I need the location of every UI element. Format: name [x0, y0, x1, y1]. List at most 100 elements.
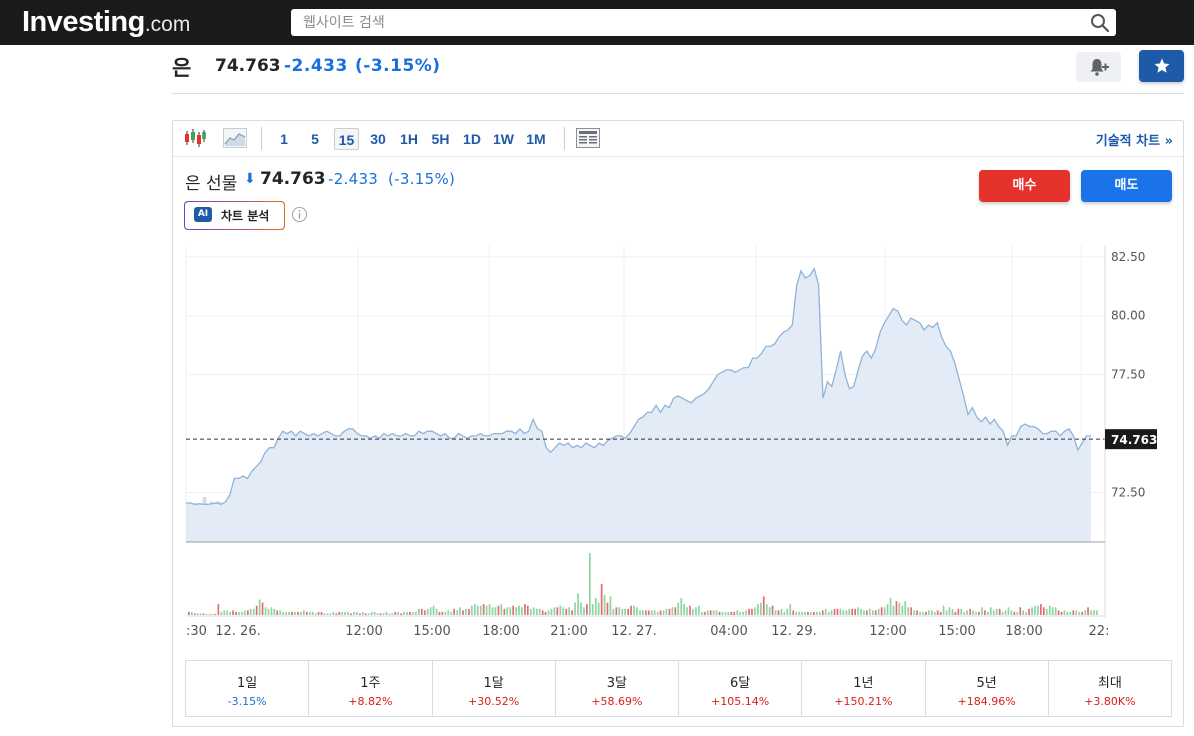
volume-bar: [356, 611, 358, 615]
sell-button[interactable]: 매도: [1081, 170, 1172, 202]
volume-bar: [591, 604, 594, 615]
news-overlay-button[interactable]: [576, 127, 600, 149]
volume-bar: [249, 608, 252, 615]
volume-bar: [252, 608, 255, 615]
top-header: Investing .com: [0, 0, 1194, 45]
volume-bar: [223, 610, 226, 615]
volume-bar: [1060, 611, 1063, 615]
volume-bar: [972, 610, 974, 615]
volume-bar: [244, 610, 246, 615]
volume-bar: [984, 610, 986, 615]
volume-bar: [939, 611, 942, 615]
period-cell[interactable]: 1일 -3.15%: [186, 661, 310, 716]
volume-bar: [989, 607, 992, 616]
volume-bar: [928, 610, 930, 615]
volume-bar: [774, 610, 777, 615]
title-change: -2.433: [284, 56, 348, 76]
period-cell[interactable]: 5년 +184.96%: [926, 661, 1049, 716]
volume-bar: [795, 611, 797, 615]
add-watchlist-button[interactable]: [1139, 50, 1184, 82]
x-tick-label: 12. 29.: [771, 624, 816, 639]
volume-bar: [863, 610, 865, 615]
timeframe-1h[interactable]: 1H: [397, 128, 421, 150]
period-cell[interactable]: 1주 +8.82%: [309, 661, 433, 716]
volume-bar: [969, 608, 971, 615]
buy-button[interactable]: 매수: [979, 170, 1070, 202]
volume-bar: [966, 610, 968, 615]
x-tick-label: 12. 26.: [215, 624, 260, 639]
volume-bar: [294, 611, 296, 615]
volume-bar: [606, 602, 609, 615]
volume-bar: [485, 605, 488, 615]
volume-bar: [824, 608, 827, 615]
volume-bar: [653, 610, 656, 615]
volume-bar: [1084, 610, 1086, 615]
add-alert-button[interactable]: [1076, 52, 1121, 82]
period-label: 1일: [237, 676, 258, 691]
volume-bar: [798, 611, 800, 615]
volume-bar: [364, 613, 367, 615]
info-icon[interactable]: [291, 206, 308, 223]
title-price: 74.763: [215, 56, 281, 76]
volume-bar: [1040, 604, 1042, 615]
volume-bar: [665, 608, 668, 615]
volume-bar: [553, 607, 556, 616]
volume-bar: [827, 611, 830, 615]
bell-plus-icon: [1090, 59, 1109, 76]
volume-bar: [801, 611, 803, 615]
volume-bar: [860, 608, 862, 615]
volume-bar: [987, 611, 989, 615]
area-chart-icon: [223, 128, 247, 148]
volume-bar: [1007, 607, 1010, 616]
volume-bar: [530, 608, 532, 615]
volume-bar: [618, 607, 621, 616]
period-cell[interactable]: 3달 +58.69%: [556, 661, 679, 716]
timeframe-1w[interactable]: 1W: [490, 128, 517, 150]
technical-chart-link[interactable]: 기술적 차트 »: [1096, 130, 1173, 149]
timeframe-1d[interactable]: 1D: [460, 128, 484, 150]
volume-bar: [420, 608, 423, 615]
period-cell[interactable]: 6달 +105.14%: [679, 661, 803, 716]
volume-bar: [742, 611, 744, 615]
period-cell[interactable]: 최대 +3.80K%: [1049, 661, 1171, 716]
y-tick-label: 77.50: [1111, 368, 1145, 382]
volume-bar: [1087, 607, 1089, 616]
volume-bar: [754, 607, 756, 616]
volume-bar: [916, 610, 918, 615]
volume-bar: [447, 610, 450, 615]
volume-bar: [188, 611, 190, 615]
volume-bar: [695, 607, 697, 616]
volume-bar: [627, 608, 629, 615]
x-tick-label: 15:00: [938, 624, 975, 639]
volume-bar: [869, 608, 871, 615]
search-input[interactable]: [303, 12, 1073, 33]
search-icon[interactable]: [1090, 13, 1110, 33]
volume-bar: [415, 611, 417, 615]
instrument-change: -2.433: [328, 170, 379, 188]
volume-bar: [1048, 605, 1051, 615]
timeframe-1m[interactable]: 1M: [523, 128, 549, 150]
timeframe-30[interactable]: 30: [366, 128, 390, 150]
volume-bar: [739, 611, 741, 615]
volume-bar: [919, 611, 921, 615]
ai-chart-analysis-button[interactable]: AI 차트 분석: [184, 201, 285, 230]
timeframe-1[interactable]: 1: [274, 128, 294, 150]
volume-bar: [624, 608, 626, 615]
period-cell[interactable]: 1년 +150.21%: [802, 661, 926, 716]
volume-bar: [308, 611, 311, 615]
volume-bar: [285, 611, 287, 615]
site-logo[interactable]: Investing .com: [22, 6, 190, 38]
period-cell[interactable]: 1달 +30.52%: [433, 661, 556, 716]
volume-bar: [645, 610, 647, 615]
volume-bar: [686, 607, 688, 616]
area-type-button[interactable]: [223, 127, 247, 149]
price-chart[interactable]: Investing.com82.5080.0077.5072.5074.763:…: [173, 239, 1183, 649]
timeframe-15[interactable]: 15: [334, 128, 359, 150]
candlestick-type-button[interactable]: [183, 127, 207, 149]
timeframe-5[interactable]: 5: [305, 128, 325, 150]
volume-bar: [689, 605, 691, 615]
timeframe-5h[interactable]: 5H: [428, 128, 453, 150]
volume-bar: [721, 611, 724, 615]
volume-bar: [571, 610, 573, 615]
volume-bar: [948, 607, 951, 616]
